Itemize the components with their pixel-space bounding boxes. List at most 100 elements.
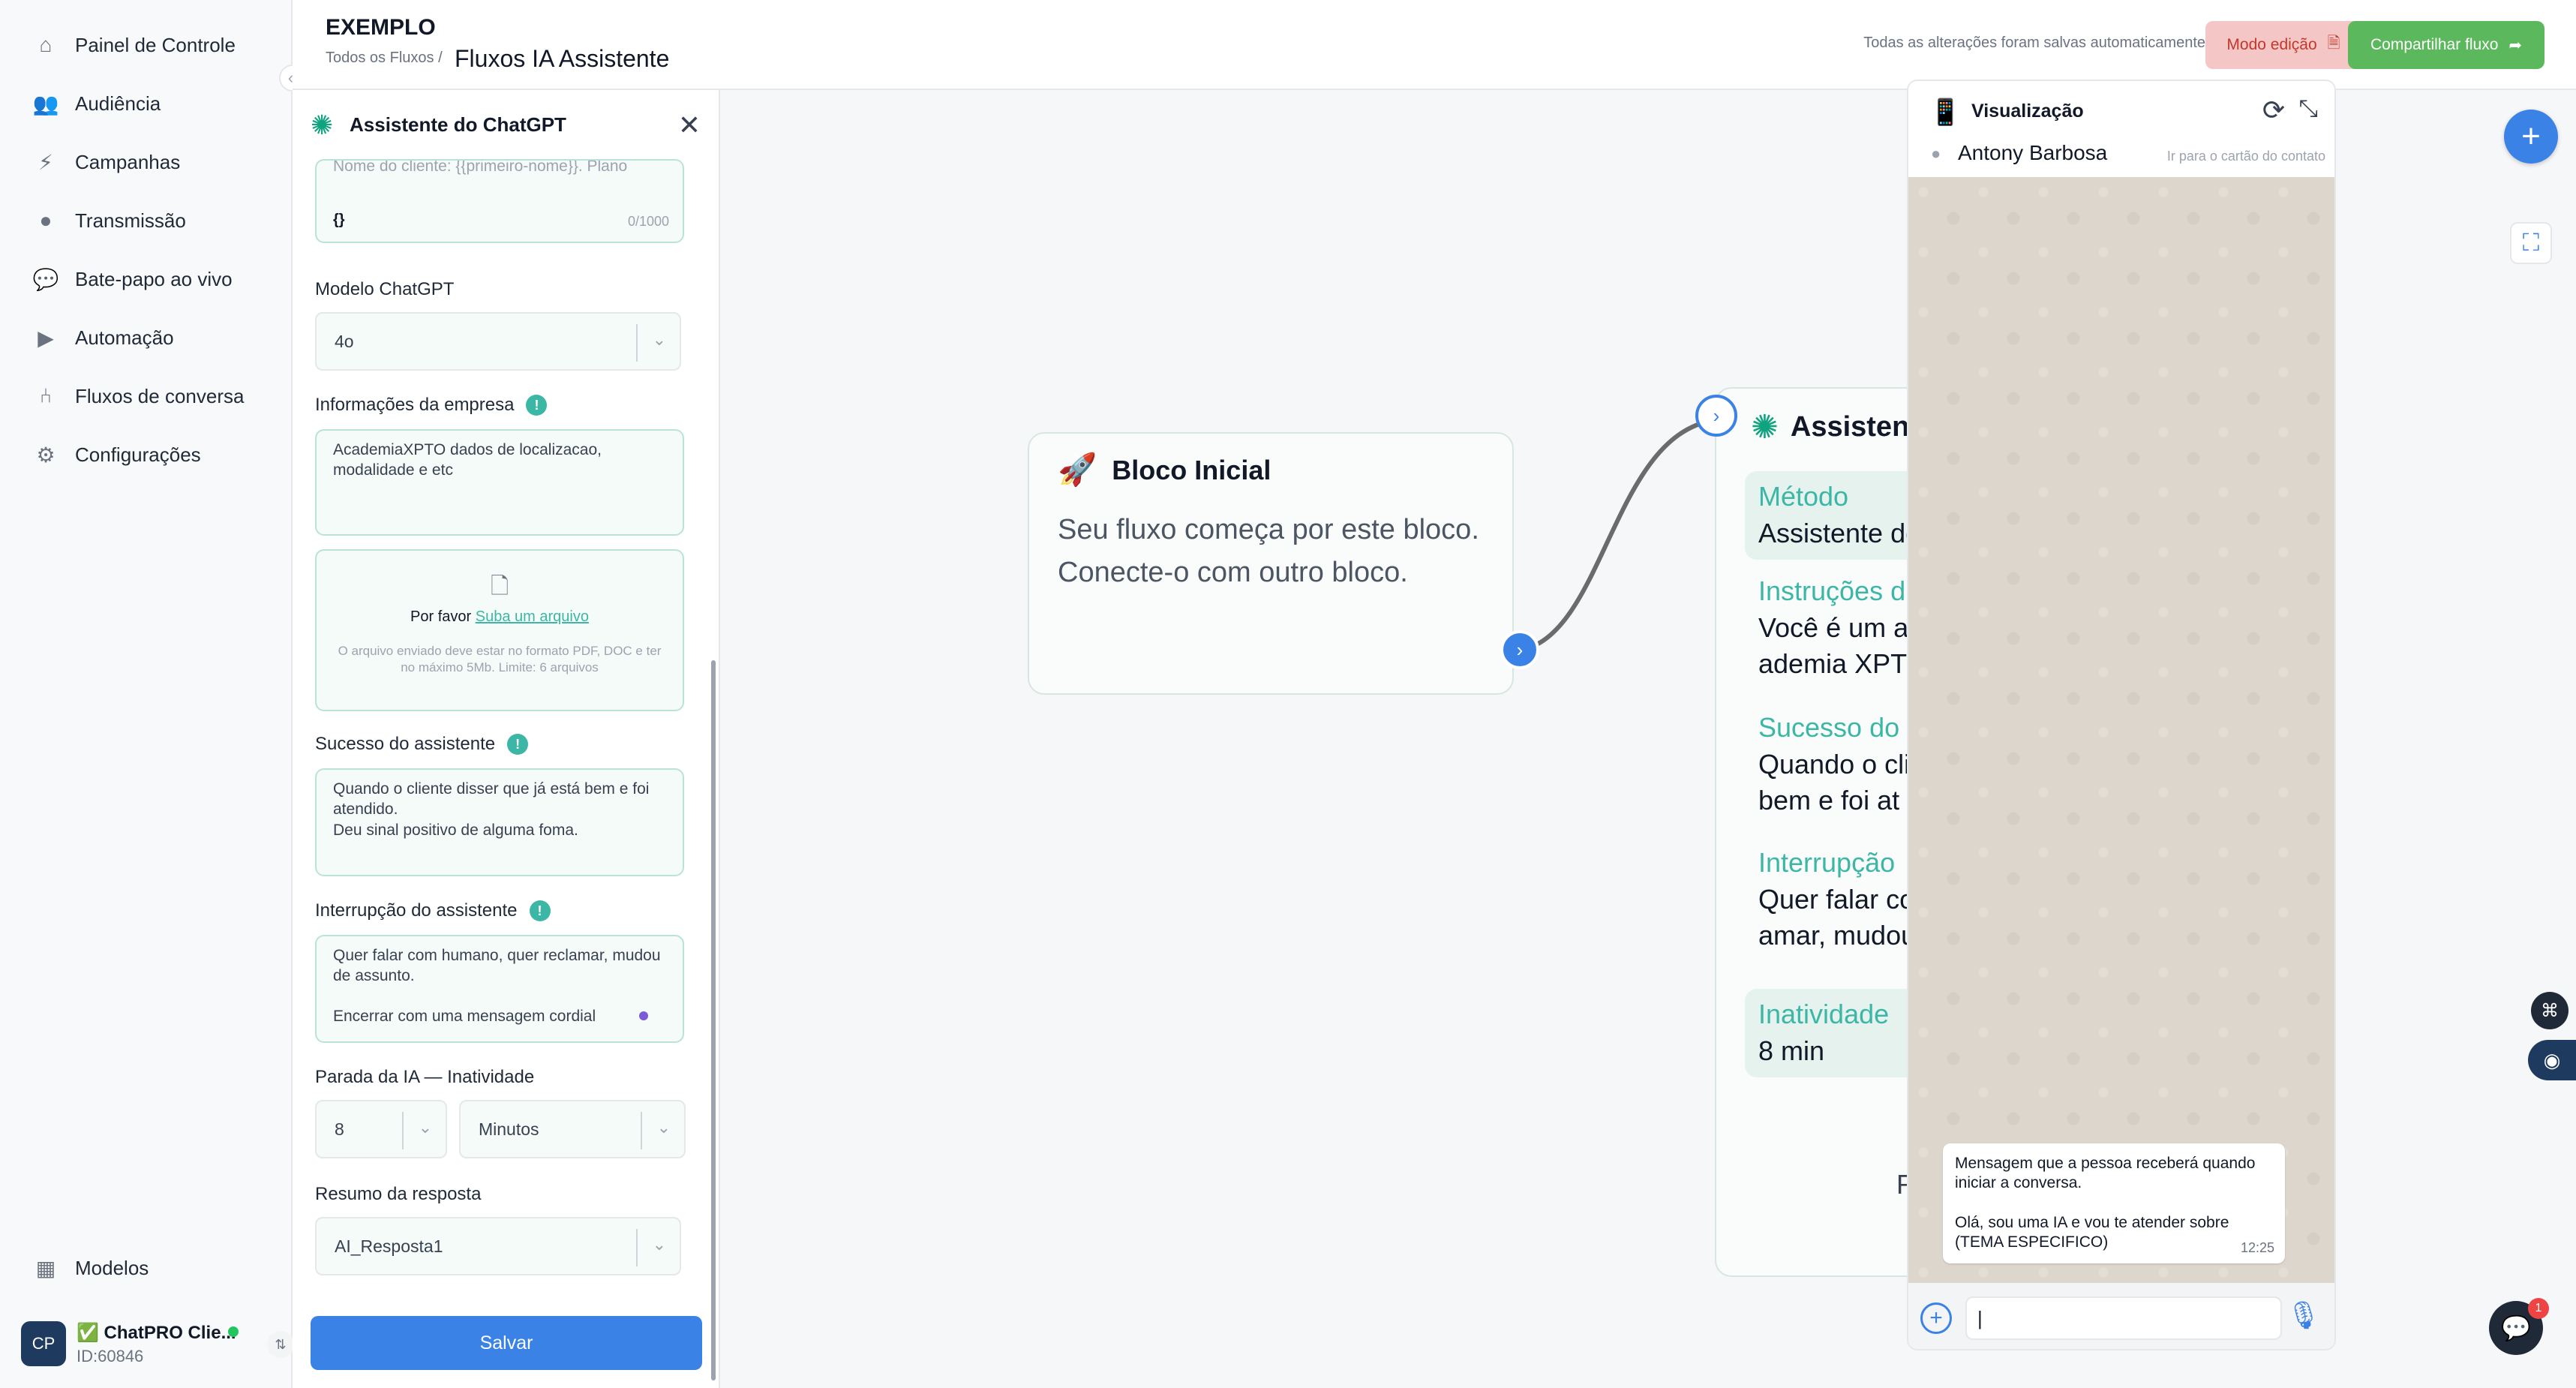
info-icon[interactable]: ! xyxy=(526,395,548,416)
microphone-icon[interactable]: 🎙 xyxy=(2286,1299,2321,1331)
templates-icon: ▦ xyxy=(35,1256,56,1280)
success-textarea[interactable]: Quando o cliente disser que já está bem … xyxy=(315,768,684,876)
interrupt-label: Interrupção do assistente ! xyxy=(315,900,551,921)
summary-value: AI_Resposta1 xyxy=(335,1236,443,1256)
start-block[interactable]: 🚀 Bloco Inicial Seu fluxo começa por est… xyxy=(1028,432,1514,695)
org-name: EXEMPLO xyxy=(326,15,436,40)
sidebar-item-label: Painel de Controle xyxy=(75,33,236,56)
autosave-status: Todas as alterações foram salvas automat… xyxy=(1863,35,2205,51)
sidebar-item-configuracoes[interactable]: ⚙ Configurações xyxy=(33,432,200,477)
inactivity-unit-select[interactable]: Minutos ⌄ xyxy=(459,1100,686,1158)
sidebar-item-campanhas[interactable]: ⚡ Campanhas xyxy=(33,140,180,185)
sidebar-item-fluxos[interactable]: ⑃ Fluxos de conversa xyxy=(33,374,245,419)
upload-prefix: Por favor xyxy=(410,608,472,625)
gear-icon: ⚙ xyxy=(36,443,56,467)
chevron-down-icon: ⌄ xyxy=(652,1235,666,1254)
model-select[interactable]: 4o ⌄ xyxy=(315,312,681,371)
preview-title: Visualização xyxy=(1971,101,2084,122)
account-name: ✅ ChatPRO Clie... xyxy=(77,1322,236,1343)
inactivity-value-select[interactable]: 8 ⌄ xyxy=(315,1100,447,1158)
breadcrumb-all-flows[interactable]: Todos os Fluxos / xyxy=(326,50,443,67)
message-composer: + | 🎙 xyxy=(1908,1283,2334,1349)
chatgpt-logo-icon: ✺ xyxy=(1751,409,1779,446)
sidebar-item-bate-papo[interactable]: 💬 Bate-papo ao vivo xyxy=(33,257,233,302)
goto-contact-link[interactable]: Ir para o cartão do contato xyxy=(2167,149,2325,164)
interrupt-label-text: Interrupção do assistente xyxy=(315,900,518,921)
sidebar-item-automacao[interactable]: ▶ Automação xyxy=(33,315,174,360)
add-attachment-icon[interactable]: + xyxy=(1920,1302,1952,1334)
select-divider xyxy=(402,1112,404,1149)
chat-background xyxy=(1908,177,2334,1283)
info-icon[interactable]: ! xyxy=(529,900,551,921)
sidebar-item-label: Bate-papo ao vivo xyxy=(75,267,233,290)
upload-file-link[interactable]: Suba um arquivo xyxy=(476,608,589,625)
contact-icon: ● xyxy=(1931,144,1941,163)
support-chat-button[interactable]: 💬 1 xyxy=(2489,1298,2549,1355)
panel-title: Assistente do ChatGPT xyxy=(350,113,566,136)
share-flow-button[interactable]: Compartilhar fluxo ➦ xyxy=(2348,21,2544,69)
flow-icon: ⑃ xyxy=(39,384,53,407)
input-connector[interactable]: › xyxy=(1695,395,1737,437)
bot-icon[interactable]: ◉ xyxy=(2528,1040,2576,1080)
sidebar-item-audiencia[interactable]: 👥 Audiência xyxy=(33,81,161,126)
inactivity-label: Parada da IA — Inatividade xyxy=(315,1067,534,1088)
fullscreen-icon[interactable]: ⛶ xyxy=(2510,222,2552,264)
output-connector[interactable]: › xyxy=(1500,630,1539,669)
switch-account-icon[interactable]: ⇅ xyxy=(267,1331,294,1358)
chevron-down-icon: ⌄ xyxy=(652,330,666,349)
edit-mode-button[interactable]: Modo edição 🗎 xyxy=(2205,21,2361,69)
edit-doc-icon: 🗎 xyxy=(2327,34,2340,52)
chevron-down-icon: ⌄ xyxy=(656,1118,671,1137)
interrupt-text-line: Quer falar com humano, quer reclamar, mu… xyxy=(333,947,661,985)
sidebar-item-label: Automação xyxy=(75,326,174,349)
upload-note: O arquivo enviado deve estar no formato … xyxy=(338,644,662,675)
sidebar-item-transmissao[interactable]: ● Transmissão xyxy=(33,198,186,243)
add-block-button[interactable]: + xyxy=(2504,110,2558,164)
message-input[interactable]: | xyxy=(1965,1296,2282,1340)
preview-header: 📱 Visualização ⟳ ⤡ ● Antony Barbosa Ir p… xyxy=(1908,81,2334,177)
summary-select[interactable]: AI_Resposta1 ⌄ xyxy=(315,1217,681,1275)
info-icon[interactable]: ! xyxy=(507,734,529,755)
company-info-label-text: Informações da empresa xyxy=(315,395,515,415)
success-label: Sucesso do assistente ! xyxy=(315,734,529,755)
sidebar: ⌂ Painel de Controle 👥 Audiência ⚡ Campa… xyxy=(0,0,294,1388)
ai-block-header: ✺ Assisten xyxy=(1751,408,1909,446)
chatgpt-logo-icon: ✺ xyxy=(311,110,334,140)
company-info-text: AcademiaXPTO dados de localizacao, modal… xyxy=(333,441,602,479)
sidebar-item-label: Modelos xyxy=(75,1256,149,1279)
sidebar-item-painel[interactable]: ⌂ Painel de Controle xyxy=(33,23,236,68)
select-divider xyxy=(636,324,638,362)
prompt-textarea[interactable]: Nome do cliente: {{primeiro-nome}}. Plan… xyxy=(315,159,684,243)
account-logo: CP xyxy=(21,1321,66,1366)
variable-icon[interactable]: {} xyxy=(333,210,345,230)
message-time: 12:25 xyxy=(2240,1239,2274,1255)
model-label-text: Modelo ChatGPT xyxy=(315,279,455,299)
panel-scrollbar[interactable] xyxy=(711,660,716,1380)
inactivity-value: 8 xyxy=(335,1119,344,1139)
summary-label-text: Resumo da resposta xyxy=(315,1184,482,1204)
chat-bubble-icon: 💬 xyxy=(32,267,59,291)
online-status-dot xyxy=(228,1326,239,1337)
inactivity-label-text: Parada da IA — Inatividade xyxy=(315,1067,535,1087)
refresh-icon[interactable]: ⟳ xyxy=(2262,95,2285,126)
sidebar-item-label: Fluxos de conversa xyxy=(75,384,245,407)
model-value: 4o xyxy=(335,331,354,351)
sidebar-item-label: Transmissão xyxy=(75,209,186,232)
command-icon[interactable]: ⌘ xyxy=(2531,992,2568,1029)
upload-prompt: Por favor Suba um arquivo xyxy=(333,607,666,626)
start-block-title: Bloco Inicial xyxy=(1112,454,1271,485)
interrupt-textarea[interactable]: Quer falar com humano, quer reclamar, mu… xyxy=(315,935,684,1043)
company-info-textarea[interactable]: AcademiaXPTO dados de localizacao, modal… xyxy=(315,429,684,536)
account-id: ID:60846 xyxy=(77,1346,144,1365)
success-text-line: Quando o cliente disser que já está bem … xyxy=(333,780,650,819)
play-icon: ▶ xyxy=(38,326,54,350)
start-block-body: Seu fluxo começa por este bloco. Conecte… xyxy=(1058,514,1479,588)
save-button[interactable]: Salvar xyxy=(311,1316,702,1370)
sidebar-item-modelos[interactable]: ▦ Modelos xyxy=(33,1245,149,1290)
start-block-header: 🚀 Bloco Inicial xyxy=(1058,452,1271,488)
close-icon[interactable]: ✕ xyxy=(678,110,701,141)
file-upload-dropzone[interactable]: 🗋 Por favor Suba um arquivo O arquivo en… xyxy=(315,549,684,711)
lightning-icon: ⚡ xyxy=(38,150,53,174)
minimize-icon[interactable]: ⤡ xyxy=(2298,95,2318,123)
account-switcher[interactable]: CP ✅ ChatPRO Clie... ID:60846 ⇅ xyxy=(21,1317,294,1370)
